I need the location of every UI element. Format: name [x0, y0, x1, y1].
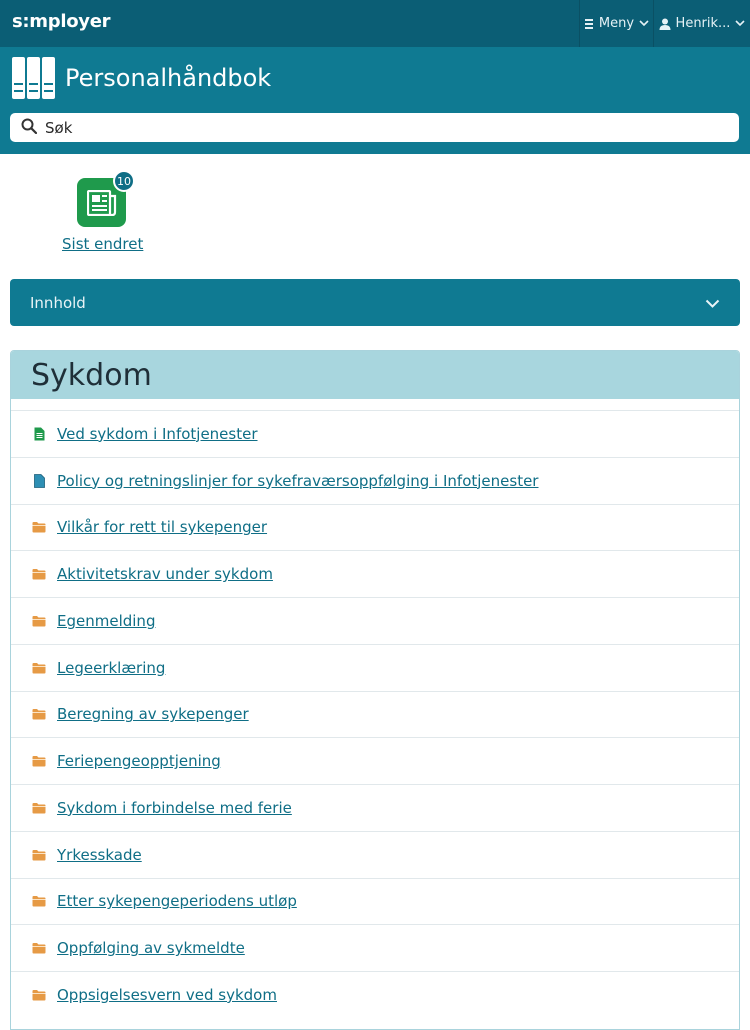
- list-item[interactable]: Oppfølging av sykmeldte: [11, 924, 739, 971]
- recently-changed-label: Sist endret: [62, 235, 144, 253]
- chevron-down-icon: [639, 20, 649, 27]
- hamburger-icon: [584, 17, 593, 31]
- list-item-link[interactable]: Vilkår for rett til sykepenger: [57, 518, 267, 536]
- green-document-icon: [32, 427, 46, 441]
- list-item-link[interactable]: Legeerklæring: [57, 659, 165, 677]
- section-title: Sykdom: [11, 351, 739, 399]
- list-item[interactable]: Yrkesskade: [11, 830, 739, 878]
- list-item-link[interactable]: Egenmelding: [57, 612, 155, 630]
- list-item-link[interactable]: Beregning av sykepenger: [57, 705, 249, 723]
- list-item-link[interactable]: Oppfølging av sykmeldte: [57, 939, 245, 957]
- list-item-link[interactable]: Policy og retningslinjer for sykefraværs…: [57, 472, 538, 490]
- menu-label: Meny: [598, 16, 635, 31]
- list-item[interactable]: Beregning av sykepenger: [11, 690, 739, 738]
- contents-label: Innhold: [30, 293, 86, 312]
- folder-icon: [32, 848, 46, 862]
- section-panel: Sykdom Ved sykdom i Infotjenester Policy …: [10, 350, 740, 1030]
- list-item[interactable]: Feriepengeopptjening: [11, 737, 739, 784]
- folder-icon: [32, 661, 46, 675]
- folder-icon: [32, 707, 46, 721]
- list-item-link[interactable]: Oppsigelsesvern ved sykdom: [57, 986, 277, 1004]
- folder-icon: [32, 567, 46, 581]
- search-placeholder: Søk: [45, 118, 73, 137]
- chevron-down-icon: [735, 20, 746, 27]
- top-bar: s:mployer Meny Henrik...: [0, 0, 750, 47]
- list-item-link[interactable]: Yrkesskade: [57, 846, 142, 864]
- list-item[interactable]: Vilkår for rett til sykepenger: [11, 503, 739, 551]
- list-item-link[interactable]: Ved sykdom i Infotjenester: [57, 425, 258, 443]
- blue-document-icon: [32, 473, 46, 488]
- section-item-list: Ved sykdom i Infotjenester Policy og retn…: [11, 410, 739, 1018]
- folder-icon: [32, 520, 46, 534]
- handbook-books-icon: [12, 57, 56, 99]
- user-label: Henrik...: [675, 16, 731, 31]
- list-item[interactable]: Sykdom i forbindelse med ferie: [11, 784, 739, 831]
- list-item[interactable]: Etter sykepengeperiodens utløp: [11, 877, 739, 925]
- list-item[interactable]: Oppsigelsesvern ved sykdom: [11, 971, 739, 1018]
- folder-icon: [32, 801, 46, 815]
- chevron-down-icon: [705, 295, 720, 313]
- folder-icon: [32, 754, 46, 768]
- list-item[interactable]: Policy og retningslinjer for sykefraværs…: [11, 456, 739, 504]
- contents-dropdown[interactable]: Innhold: [10, 279, 740, 326]
- folder-icon: [32, 614, 46, 628]
- folder-icon: [32, 894, 46, 908]
- list-item-link[interactable]: Feriepengeopptjening: [57, 752, 221, 770]
- list-item[interactable]: Egenmelding: [11, 597, 739, 644]
- list-item[interactable]: Legeerklæring: [11, 643, 739, 691]
- menu-button[interactable]: Meny: [580, 0, 654, 47]
- count-badge: 10: [113, 170, 135, 192]
- user-menu-button[interactable]: Henrik...: [654, 0, 750, 47]
- search-icon: [21, 118, 38, 138]
- handbook-header: Personalhåndbok Søk: [0, 47, 750, 154]
- list-item-link[interactable]: Aktivitetskrav under sykdom: [57, 565, 273, 583]
- search-input[interactable]: Søk: [10, 113, 739, 142]
- page-title: Personalhåndbok: [65, 64, 272, 92]
- user-icon: [659, 18, 671, 30]
- list-item[interactable]: Ved sykdom i Infotjenester: [11, 410, 739, 457]
- list-item[interactable]: Aktivitetskrav under sykdom: [11, 550, 739, 597]
- simployer-logo[interactable]: s:mployer: [12, 11, 111, 32]
- list-item-link[interactable]: Etter sykepengeperiodens utløp: [57, 892, 297, 910]
- list-item-link[interactable]: Sykdom i forbindelse med ferie: [57, 799, 292, 817]
- folder-icon: [32, 941, 46, 955]
